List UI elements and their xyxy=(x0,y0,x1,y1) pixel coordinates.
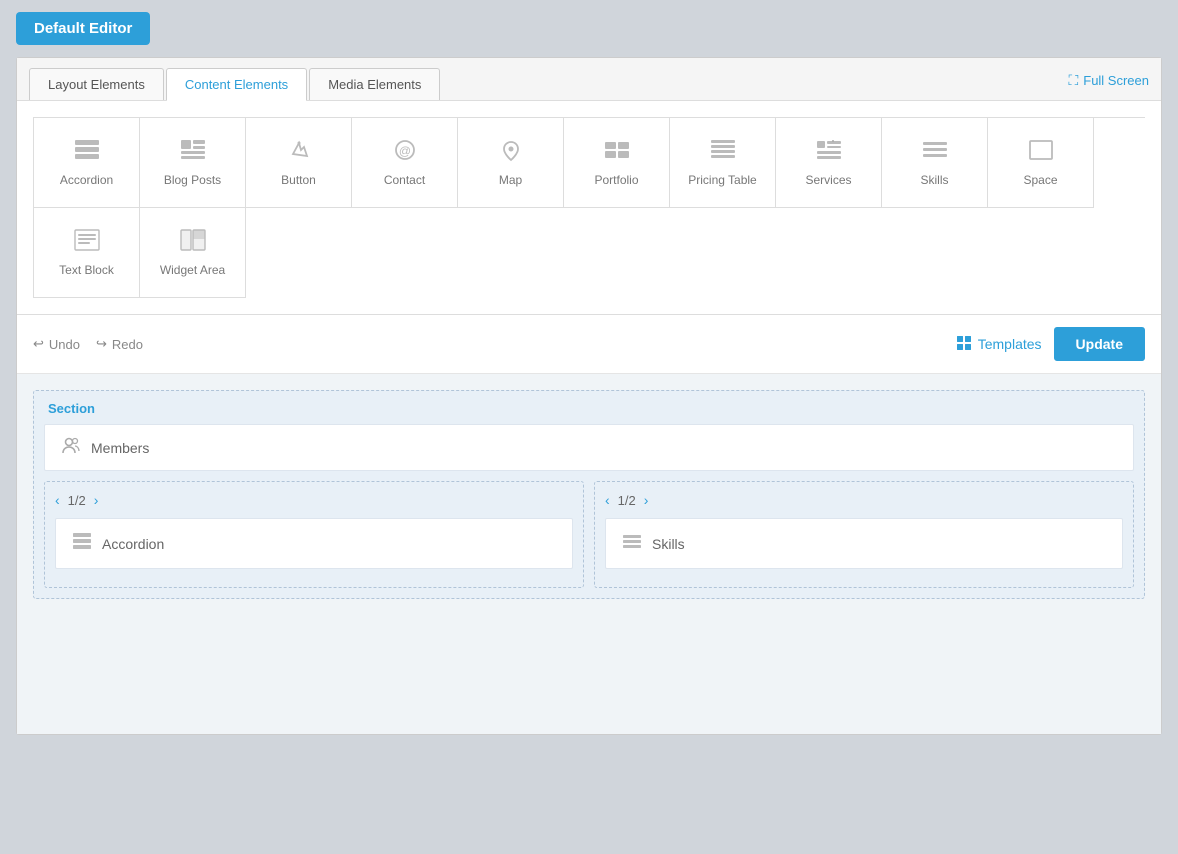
fullscreen-button[interactable]: ⛶ Full Screen xyxy=(1068,72,1149,97)
element-accordion[interactable]: Accordion xyxy=(34,118,140,208)
contact-icon: @ xyxy=(391,138,419,167)
toolbar-left: ↩ Undo ↪ Redo xyxy=(33,336,143,352)
accordion-box-label: Accordion xyxy=(102,536,164,552)
redo-button[interactable]: ↪ Redo xyxy=(96,336,143,352)
space-label: Space xyxy=(1023,173,1057,187)
element-contact[interactable]: @ Contact xyxy=(352,118,458,208)
element-pricing-table[interactable]: Pricing Table xyxy=(670,118,776,208)
widget-area-label: Widget Area xyxy=(160,263,225,277)
redo-label: Redo xyxy=(112,337,143,352)
skills-label: Skills xyxy=(920,173,948,187)
column-left-next[interactable]: › xyxy=(94,492,99,508)
skills-element-box: Skills xyxy=(605,518,1123,569)
pricing-table-label: Pricing Table xyxy=(688,173,756,187)
column-left-nav: ‹ 1/2 › xyxy=(55,492,573,508)
element-button[interactable]: Button xyxy=(246,118,352,208)
column-right-prev[interactable]: ‹ xyxy=(605,492,610,508)
blog-posts-label: Blog Posts xyxy=(164,173,221,187)
contact-label: Contact xyxy=(384,173,425,187)
members-icon xyxy=(61,435,81,460)
elements-row: Accordion Blog Posts Button @ Contact xyxy=(33,117,1145,298)
editor-canvas: Section Members ‹ 1/2 › xyxy=(17,374,1161,734)
column-left: ‹ 1/2 › Accordion xyxy=(44,481,584,588)
templates-button[interactable]: Templates xyxy=(956,335,1042,354)
button-icon xyxy=(285,138,313,167)
element-services[interactable]: Services xyxy=(776,118,882,208)
redo-icon: ↪ xyxy=(96,336,107,352)
space-icon xyxy=(1027,138,1055,167)
templates-label: Templates xyxy=(978,336,1042,352)
toolbar-right: Templates Update xyxy=(956,327,1145,361)
skills-box-icon xyxy=(622,531,642,556)
svg-text:@: @ xyxy=(398,144,410,158)
column-right-next[interactable]: › xyxy=(644,492,649,508)
undo-icon: ↩ xyxy=(33,336,44,352)
text-block-icon xyxy=(73,228,101,257)
skills-box-label: Skills xyxy=(652,536,685,552)
fullscreen-icon: ⛶ xyxy=(1068,72,1078,89)
section-block: Section Members ‹ 1/2 › xyxy=(33,390,1145,599)
map-label: Map xyxy=(499,173,522,187)
members-label: Members xyxy=(91,440,149,456)
map-icon xyxy=(497,138,525,167)
column-right-page: 1/2 xyxy=(618,493,636,508)
undo-label: Undo xyxy=(49,337,80,352)
section-label: Section xyxy=(44,401,1134,416)
fullscreen-label: Full Screen xyxy=(1083,73,1149,88)
column-left-page: 1/2 xyxy=(68,493,86,508)
column-right: ‹ 1/2 › Skills xyxy=(594,481,1134,588)
blog-posts-icon xyxy=(179,138,207,167)
element-text-block[interactable]: Text Block xyxy=(34,208,140,298)
columns-row: ‹ 1/2 › Accordion ‹ 1/2 xyxy=(44,481,1134,588)
portfolio-icon xyxy=(603,138,631,167)
services-label: Services xyxy=(805,173,851,187)
tab-content[interactable]: Content Elements xyxy=(166,68,307,101)
element-portfolio[interactable]: Portfolio xyxy=(564,118,670,208)
widget-area-icon xyxy=(179,228,207,257)
element-skills[interactable]: Skills xyxy=(882,118,988,208)
text-block-label: Text Block xyxy=(59,263,114,277)
element-space[interactable]: Space xyxy=(988,118,1094,208)
portfolio-label: Portfolio xyxy=(594,173,638,187)
update-button[interactable]: Update xyxy=(1054,327,1145,361)
tab-media[interactable]: Media Elements xyxy=(309,68,440,100)
skills-icon xyxy=(921,138,949,167)
accordion-element-box: Accordion xyxy=(55,518,573,569)
element-blog-posts[interactable]: Blog Posts xyxy=(140,118,246,208)
tabs-bar: Layout Elements Content Elements Media E… xyxy=(17,58,1161,101)
pricing-table-icon xyxy=(709,138,737,167)
accordion-icon xyxy=(73,138,101,167)
members-row: Members xyxy=(44,424,1134,471)
accordion-box-icon xyxy=(72,531,92,556)
column-right-nav: ‹ 1/2 › xyxy=(605,492,1123,508)
element-map[interactable]: Map xyxy=(458,118,564,208)
services-icon xyxy=(815,138,843,167)
default-editor-button[interactable]: Default Editor xyxy=(16,12,150,45)
column-left-prev[interactable]: ‹ xyxy=(55,492,60,508)
elements-grid: Accordion Blog Posts Button @ Contact xyxy=(17,101,1161,315)
tab-layout[interactable]: Layout Elements xyxy=(29,68,164,100)
accordion-label: Accordion xyxy=(60,173,113,187)
toolbar: ↩ Undo ↪ Redo Templates Update xyxy=(17,315,1161,374)
element-widget-area[interactable]: Widget Area xyxy=(140,208,246,298)
button-label: Button xyxy=(281,173,316,187)
templates-icon xyxy=(956,335,972,354)
undo-button[interactable]: ↩ Undo xyxy=(33,336,80,352)
